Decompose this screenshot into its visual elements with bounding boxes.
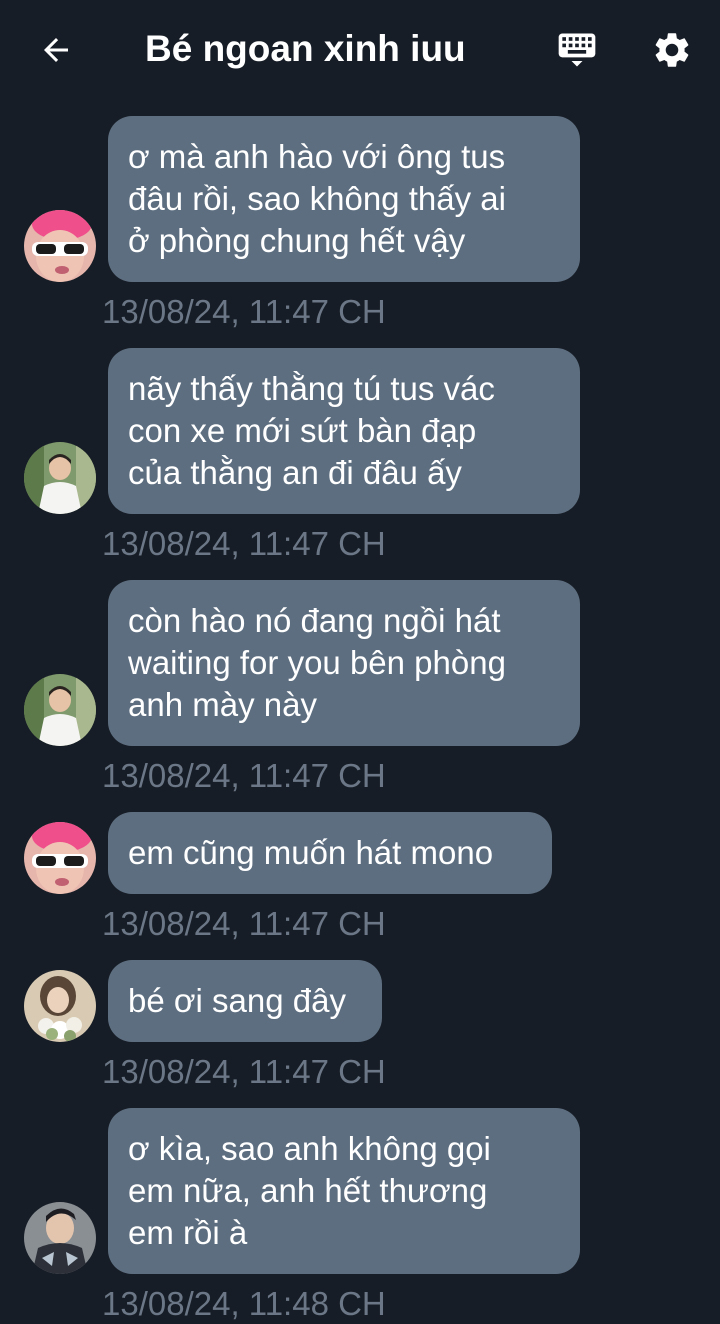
- message-bubble[interactable]: nãy thấy thằng tú tus vác con xe mới sứt…: [108, 348, 580, 514]
- chat-header: Bé ngoan xinh iuu: [0, 0, 720, 98]
- white-shirt-avatar[interactable]: [24, 442, 96, 514]
- message-timestamp: 13/08/24, 11:47 CH: [102, 525, 386, 562]
- message-bubble[interactable]: ơ mà anh hào với ông tus đâu rồi, sao kh…: [108, 116, 580, 282]
- message-timestamp: 13/08/24, 11:47 CH: [102, 757, 386, 794]
- dark-jacket-avatar[interactable]: [24, 1202, 96, 1274]
- message-timestamp: 13/08/24, 11:47 CH: [102, 1053, 386, 1090]
- message-timestamp: 13/08/24, 11:48 CH: [102, 1285, 386, 1322]
- message-bubble[interactable]: bé ơi sang đây: [108, 960, 382, 1042]
- settings-button[interactable]: [646, 24, 698, 76]
- message-timestamp: 13/08/24, 11:47 CH: [102, 293, 386, 330]
- message-bubble[interactable]: em cũng muốn hát mono: [108, 812, 552, 894]
- arrow-left-icon: [44, 38, 68, 62]
- gear-icon: [655, 33, 689, 67]
- message-timestamp: 13/08/24, 11:47 CH: [102, 905, 386, 942]
- keyboard-toggle-button[interactable]: [550, 24, 604, 76]
- white-shirt-avatar[interactable]: [24, 674, 96, 746]
- flowers-avatar[interactable]: [24, 970, 96, 1042]
- back-button[interactable]: [30, 26, 82, 74]
- message-bubble[interactable]: ơ kìa, sao anh không gọi em nữa, anh hết…: [108, 1108, 580, 1274]
- chat-title: Bé ngoan xinh iuu: [145, 28, 466, 69]
- keyboard-icon: [558, 33, 596, 67]
- message-bubble[interactable]: còn hào nó đang ngồi hát waiting for you…: [108, 580, 580, 746]
- pink-hair-sunglasses-avatar[interactable]: [24, 822, 96, 894]
- pink-hair-sunglasses-avatar[interactable]: [24, 210, 96, 282]
